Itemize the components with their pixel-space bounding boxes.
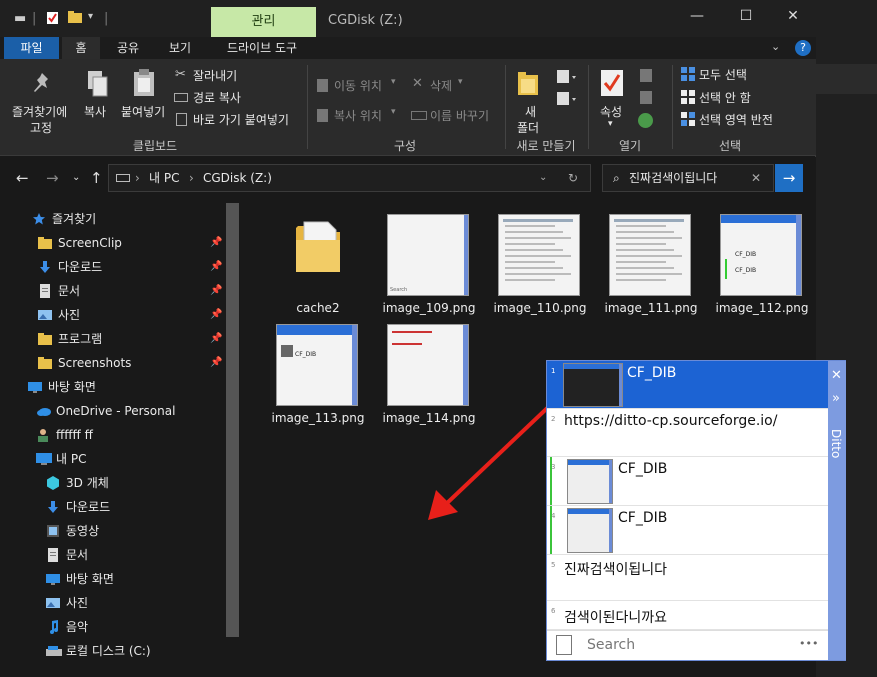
clip-item[interactable]: 4 CF_DIB bbox=[547, 506, 828, 555]
clip-text: 진짜검색이됩니다 bbox=[564, 562, 668, 578]
clip-image-thumbnail bbox=[563, 363, 623, 407]
clip-text: https://ditto-cp.sourceforge.io/ bbox=[564, 413, 778, 429]
clip-item[interactable]: 3 CF_DIB bbox=[547, 457, 828, 506]
clip-image-thumbnail bbox=[567, 508, 613, 553]
clip-item[interactable]: 5 진짜검색이됩니다 bbox=[547, 555, 828, 601]
ditto-clipboard-panel: 1 CF_DIB 2 https://ditto-cp.sourceforge.io/… bbox=[546, 360, 846, 661]
clip-number: 2 bbox=[551, 415, 556, 423]
clip-text: CF_DIB bbox=[618, 510, 668, 526]
clip-group-marker bbox=[550, 506, 552, 554]
screen: ▬ | ▾ | 관리 CGDisk (Z:) — ☐ ✕ 파일 홈 공유 보기 … bbox=[0, 0, 877, 677]
ditto-side-bar: ✕ » Ditto bbox=[828, 361, 846, 660]
ditto-search-input[interactable]: Search bbox=[587, 637, 635, 653]
clip-item[interactable]: 2 https://ditto-cp.sourceforge.io/ bbox=[547, 409, 828, 457]
clip-text: CF_DIB bbox=[618, 461, 668, 477]
clip-item[interactable]: 6 검색이된다니까요 bbox=[547, 601, 828, 630]
clip-number: 5 bbox=[551, 561, 556, 569]
ditto-search-bar[interactable]: Search ••• bbox=[547, 630, 828, 660]
ditto-title: Ditto bbox=[829, 429, 843, 459]
double-chevron-icon[interactable]: » bbox=[832, 391, 840, 406]
clip-number: 6 bbox=[551, 607, 556, 615]
close-icon[interactable]: ✕ bbox=[831, 368, 842, 383]
clip-number: 1 bbox=[551, 367, 556, 375]
clip-image-thumbnail bbox=[567, 459, 613, 504]
clip-text: CF_DIB bbox=[627, 365, 677, 381]
more-options-icon[interactable]: ••• bbox=[799, 637, 818, 650]
clip-text: 검색이된다니까요 bbox=[564, 610, 668, 626]
document-icon bbox=[556, 635, 572, 655]
clip-group-marker bbox=[550, 457, 552, 505]
clip-item[interactable]: 1 CF_DIB bbox=[547, 361, 828, 409]
